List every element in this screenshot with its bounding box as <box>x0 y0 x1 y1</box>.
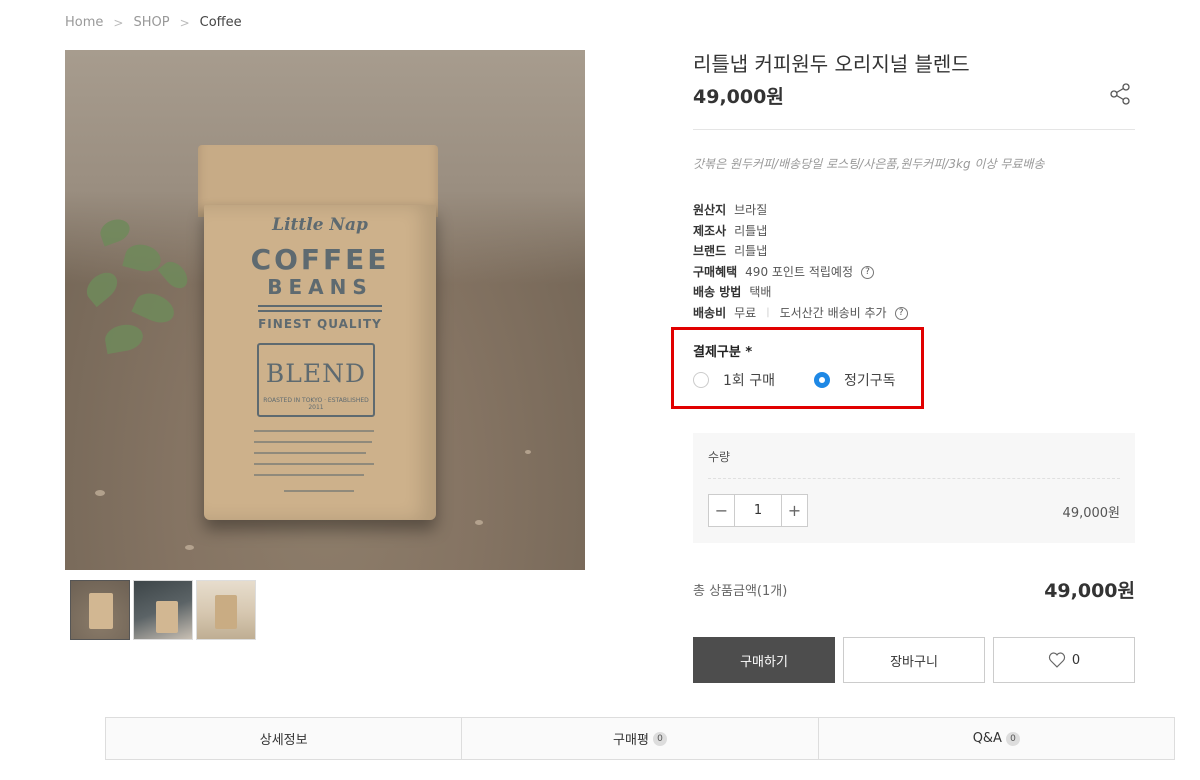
quantity-label: 수량 <box>708 450 731 464</box>
bag-rule <box>258 310 382 312</box>
info-value: 리틀냅 <box>734 244 768 259</box>
info-divider: | <box>766 306 770 318</box>
radio-one-time[interactable]: 1회 구매 <box>693 370 775 390</box>
info-row-shipping-fee: 배송비 무료 | 도서산간 배송비 추가 ? <box>693 303 908 324</box>
breadcrumb-home[interactable]: Home <box>65 15 103 30</box>
product-summary: 갓볶은 원두커피/배송당일 로스팅/사은품,원두커피/3kg 이상 무료배송 <box>693 157 1045 171</box>
info-row-benefit: 구매혜택 490 포인트 적립예정 ? <box>693 262 908 283</box>
chevron-right-icon: > <box>113 15 124 30</box>
payment-type-highlight <box>671 327 924 409</box>
product-page: Home > SHOP > Coffee Little Nap COFFEE B… <box>0 0 1200 780</box>
bag-blend-label: BLEND ROASTED IN TOKYO · ESTABLISHED 201… <box>257 343 375 417</box>
like-button[interactable]: 0 <box>993 637 1135 683</box>
line-price: 49,000원 <box>1062 506 1120 521</box>
bag-quality-text: FINEST QUALITY <box>258 317 382 331</box>
product-price: 49,000원 <box>693 86 784 108</box>
cart-button[interactable]: 장바구니 <box>843 637 985 683</box>
plus-icon[interactable]: + <box>782 495 807 526</box>
radio-unchecked-icon <box>693 372 709 388</box>
total-label: 총 상품금액(1개) <box>693 584 788 599</box>
count-badge: 0 <box>1005 731 1020 746</box>
bag-rule <box>258 305 382 307</box>
minus-icon[interactable]: − <box>709 495 734 526</box>
quantity-box: 수량 − 1 + 49,000원 <box>693 433 1135 543</box>
payment-type-label: 결제구분 * <box>693 345 753 360</box>
bag-text-line <box>284 490 354 492</box>
count-badge: 0 <box>652 731 667 746</box>
thumbnail-list <box>70 580 256 640</box>
like-count: 0 <box>1071 652 1081 668</box>
info-value: 리틀냅 <box>734 223 768 238</box>
divider <box>693 129 1135 130</box>
radio-subscription[interactable]: 정기구독 <box>814 370 896 390</box>
bag-blend-text: BLEND <box>265 359 367 388</box>
quantity-input[interactable]: 1 <box>734 495 782 526</box>
tab-qna[interactable]: Q&A 0 <box>817 718 1174 759</box>
tab-label: 상세정보 <box>259 733 308 748</box>
buy-button[interactable]: 구매하기 <box>693 637 835 683</box>
plant-leaf <box>103 321 145 355</box>
breadcrumb: Home > SHOP > Coffee <box>65 15 242 30</box>
info-value: 무료 <box>734 305 757 320</box>
detail-tabs: 상세정보 구매평 0 Q&A 0 <box>105 717 1175 760</box>
heart-outline-icon <box>1048 652 1065 668</box>
thumbnail-2[interactable] <box>133 580 193 640</box>
info-row-maker: 제조사 리틀냅 <box>693 221 908 242</box>
question-circle-icon[interactable]: ? <box>861 265 874 279</box>
bag-text-line <box>254 463 374 465</box>
plant-leaf <box>131 287 179 329</box>
info-label: 제조사 <box>693 223 727 238</box>
thumbnail-3[interactable] <box>196 580 256 640</box>
info-label: 배송 방법 <box>693 285 742 300</box>
bag-text-line <box>254 474 364 476</box>
info-extra: 도서산간 배송비 추가 <box>779 305 887 320</box>
info-value: 브라질 <box>734 203 768 217</box>
info-label: 원산지 <box>693 203 727 217</box>
tab-reviews[interactable]: 구매평 0 <box>461 718 817 759</box>
bag-body: Little Nap COFFEE BEANS FINEST QUALITY B… <box>204 205 436 520</box>
thumb-bag <box>89 593 113 629</box>
bag-text-line <box>254 452 366 454</box>
breadcrumb-coffee[interactable]: Coffee <box>200 15 242 30</box>
pebble <box>95 490 105 496</box>
product-title: 리틀냅 커피원두 오리지널 블렌드 <box>693 52 970 76</box>
bag-beans-text: BEANS <box>267 275 373 299</box>
question-circle-icon[interactable]: ? <box>894 306 908 320</box>
radio-label: 1회 구매 <box>723 373 775 389</box>
info-label: 배송비 <box>693 305 727 320</box>
info-value: 택배 <box>749 285 772 300</box>
bag-roast-text: ROASTED IN TOKYO · ESTABLISHED 2011 <box>263 397 369 411</box>
pebble <box>525 450 531 454</box>
tab-label: 구매평 <box>613 733 649 748</box>
info-value: 490 포인트 적립예정 <box>745 264 853 279</box>
thumbnail-1[interactable] <box>70 580 130 640</box>
share-icon[interactable] <box>1108 82 1132 106</box>
thumb-bag <box>156 601 178 633</box>
bag-text-line <box>254 441 372 443</box>
info-row-shipping-method: 배송 방법 택배 <box>693 282 908 303</box>
info-label: 브랜드 <box>693 244 727 259</box>
thumb-bag <box>215 595 237 629</box>
divider <box>708 478 1120 479</box>
bag-coffee-text: COFFEE <box>250 243 390 276</box>
pebble <box>185 545 194 550</box>
total-price: 49,000원 <box>1044 580 1135 602</box>
radio-checked-icon <box>814 372 830 388</box>
radio-label: 정기구독 <box>844 373 896 389</box>
breadcrumb-shop[interactable]: SHOP <box>133 15 169 30</box>
product-info: 원산지 브라질 제조사 리틀냅 브랜드 리틀냅 구매혜택 490 포인트 적립예… <box>693 200 908 324</box>
info-row-brand: 브랜드 리틀냅 <box>693 241 908 262</box>
quantity-stepper: − 1 + <box>708 494 808 527</box>
info-row-origin: 원산지 브라질 <box>693 200 908 221</box>
bag-brand: Little Nap <box>272 215 368 235</box>
info-label: 구매혜택 <box>693 264 738 279</box>
tab-label: Q&A <box>972 731 1002 746</box>
chevron-right-icon: > <box>179 15 190 30</box>
bag-text-line <box>254 430 374 432</box>
coffee-bag: Little Nap COFFEE BEANS FINEST QUALITY B… <box>198 145 438 520</box>
pebble <box>475 520 483 525</box>
product-main-image[interactable]: Little Nap COFFEE BEANS FINEST QUALITY B… <box>65 50 585 570</box>
tab-detail-info[interactable]: 상세정보 <box>106 718 461 759</box>
